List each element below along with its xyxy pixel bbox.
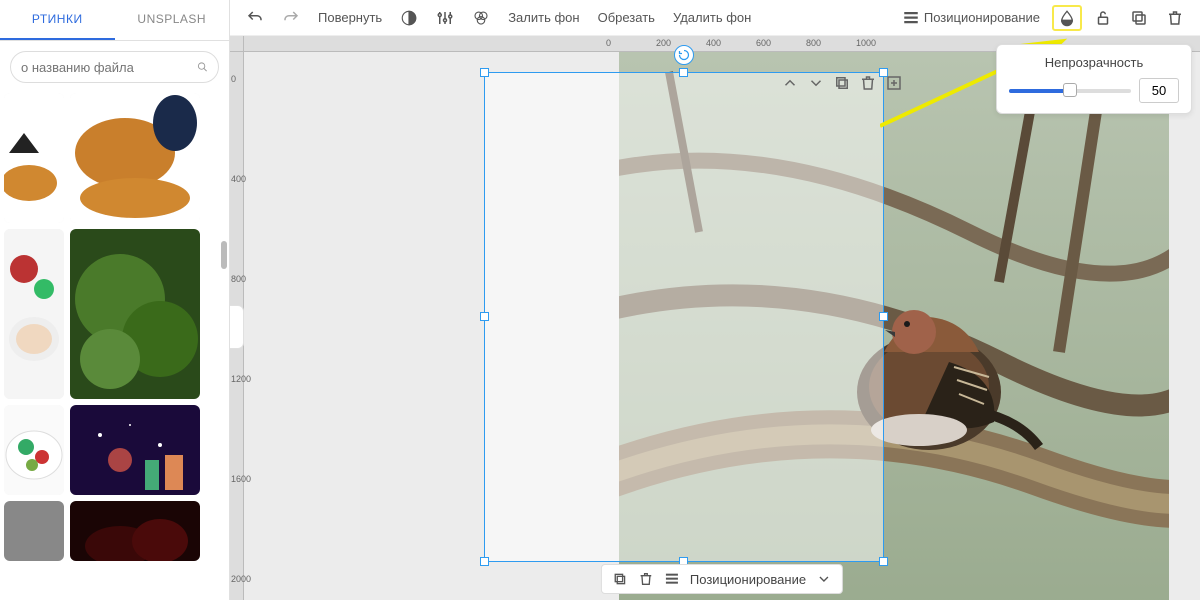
lock-button[interactable]	[1088, 5, 1118, 31]
positioning-label[interactable]: Позиционирование	[690, 572, 806, 587]
top-toolbar: Повернуть Залить фон Обрезать Удалить фо…	[230, 0, 1200, 36]
search-box[interactable]	[10, 51, 219, 83]
rotate-handle[interactable]	[674, 45, 694, 65]
opacity-button[interactable]	[1052, 5, 1082, 31]
selection-float-toolbar	[779, 72, 905, 94]
gallery-thumb[interactable]	[4, 93, 64, 223]
resize-handle-mr[interactable]	[879, 312, 888, 321]
tab-my-pictures[interactable]: РТИНКИ	[0, 0, 115, 40]
remove-bg-button[interactable]: Удалить фон	[667, 6, 757, 29]
resize-handle-bl[interactable]	[480, 557, 489, 566]
gallery-thumb[interactable]	[4, 501, 64, 561]
move-down-icon[interactable]	[807, 74, 825, 92]
opacity-panel: Непрозрачность	[996, 44, 1192, 114]
gallery-thumb[interactable]	[70, 229, 200, 399]
image-gallery	[0, 93, 229, 600]
undo-button[interactable]	[240, 5, 270, 31]
adjust-button[interactable]	[430, 5, 460, 31]
ruler-corner	[230, 36, 244, 52]
crop-button[interactable]: Обрезать	[592, 6, 661, 29]
main-area: Повернуть Залить фон Обрезать Удалить фо…	[230, 0, 1200, 600]
resize-handle-ml[interactable]	[480, 312, 489, 321]
rotate-button[interactable]: Повернуть	[312, 6, 388, 29]
contrast-button[interactable]	[394, 5, 424, 31]
search-icon	[197, 58, 208, 76]
opacity-slider-knob[interactable]	[1063, 83, 1077, 97]
chevron-down-icon[interactable]	[816, 571, 832, 587]
color-button[interactable]	[466, 5, 496, 31]
canvas[interactable]: 0 200 400 600 800 1000 0 400 800 1200 16…	[230, 36, 1200, 600]
gallery-thumb[interactable]	[4, 229, 64, 399]
opacity-slider[interactable]	[1009, 89, 1131, 93]
resize-handle-br[interactable]	[879, 557, 888, 566]
gallery-scrollbar[interactable]	[221, 241, 227, 269]
selection-frame[interactable]	[484, 72, 884, 562]
gallery-thumb[interactable]	[70, 93, 200, 223]
gallery-thumb[interactable]	[70, 405, 200, 495]
tab-unsplash[interactable]: UNSPLASH	[115, 0, 230, 40]
opacity-label: Непрозрачность	[1009, 55, 1179, 70]
sidebar-tabs: РТИНКИ UNSPLASH	[0, 0, 229, 41]
layers-icon[interactable]	[664, 571, 680, 587]
resize-handle-tm[interactable]	[679, 68, 688, 77]
opacity-value-input[interactable]	[1139, 78, 1179, 103]
sidebar-collapse-handle[interactable]	[230, 305, 244, 349]
delete-button[interactable]	[1160, 5, 1190, 31]
duplicate-icon[interactable]	[833, 74, 851, 92]
resize-handle-tl[interactable]	[480, 68, 489, 77]
bottom-toolbar: Позиционирование	[601, 564, 843, 594]
gallery-thumb[interactable]	[70, 501, 200, 561]
move-up-icon[interactable]	[781, 74, 799, 92]
trash-icon[interactable]	[859, 74, 877, 92]
add-icon[interactable]	[885, 74, 903, 92]
duplicate-icon[interactable]	[612, 571, 628, 587]
positioning-button[interactable]: Позиционирование	[896, 5, 1046, 31]
fill-bg-button[interactable]: Залить фон	[502, 6, 585, 29]
gallery-thumb[interactable]	[4, 405, 64, 495]
redo-button[interactable]	[276, 5, 306, 31]
sidebar: РТИНКИ UNSPLASH	[0, 0, 230, 600]
trash-icon[interactable]	[638, 571, 654, 587]
copy-button[interactable]	[1124, 5, 1154, 31]
search-input[interactable]	[21, 60, 197, 75]
